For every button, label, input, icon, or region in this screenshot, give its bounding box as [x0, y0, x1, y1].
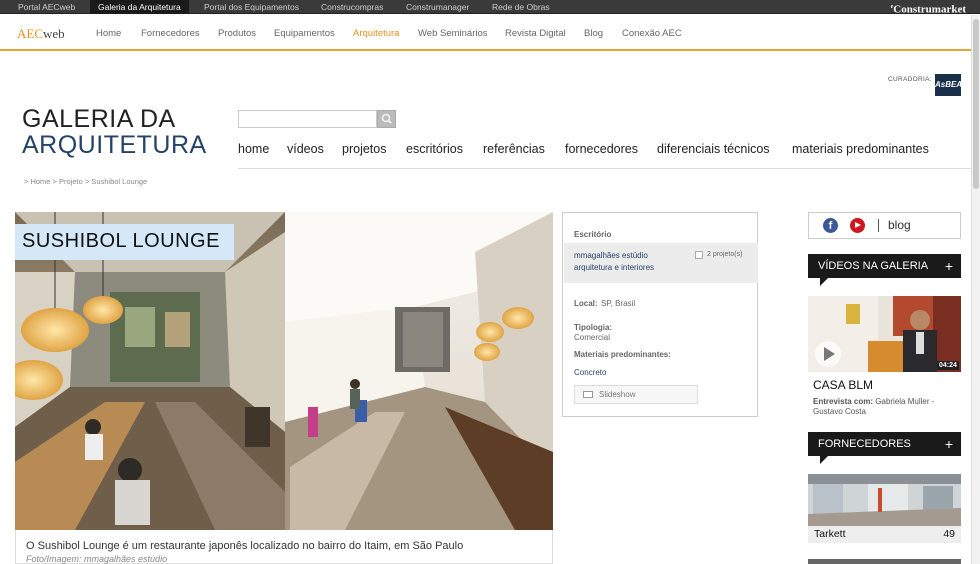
- nav-conexao-aec[interactable]: Conexão AEC: [622, 28, 682, 39]
- topbar-tab-equipamentos[interactable]: Portal dos Equipamentos: [196, 0, 307, 14]
- project-title: SUSHIBOL LOUNGE: [15, 224, 234, 260]
- mainnav-fornecedores[interactable]: fornecedores: [565, 142, 638, 156]
- materiais-label: Materiais predominantes:: [574, 350, 671, 359]
- local-value: SP, Brasil: [601, 299, 636, 308]
- mainnav-projetos[interactable]: projetos: [342, 142, 386, 156]
- supplier-name[interactable]: Tarkett: [814, 528, 846, 540]
- mainnav-escritorios[interactable]: escritórios: [406, 142, 463, 156]
- search-button[interactable]: [377, 110, 396, 128]
- slideshow-icon: [583, 391, 593, 398]
- aecweb-logo[interactable]: AECweb: [17, 26, 65, 42]
- mainnav-home[interactable]: home: [238, 142, 269, 156]
- photo-credit: Foto/Imagem: mmagalhães estúdio: [26, 554, 168, 564]
- site-title-line1[interactable]: GALERIA DA: [22, 105, 176, 133]
- nav-equipamentos[interactable]: Equipamentos: [274, 28, 335, 39]
- search-input[interactable]: [238, 110, 377, 128]
- video-subtitle: Entrevista com: Gabriela Muller - Gustav…: [813, 397, 935, 416]
- topbar-tab-rede-de-obras[interactable]: Rede de Obras: [484, 0, 558, 14]
- tipologia-value: Comercial: [574, 333, 611, 342]
- scrollbar-thumb[interactable]: [973, 19, 979, 189]
- mainnav-referencias[interactable]: referências: [483, 142, 545, 156]
- nav-home[interactable]: Home: [96, 28, 121, 39]
- social-box: f blog: [808, 212, 961, 239]
- local-label: Local:: [574, 299, 598, 308]
- facebook-icon[interactable]: f: [823, 218, 838, 233]
- asbea-logo[interactable]: AsBEA: [935, 74, 962, 96]
- videos-header-pointer: [820, 278, 828, 286]
- mainnav-diferenciais[interactable]: diferenciais técnicos: [657, 142, 770, 156]
- nav-blog[interactable]: Blog: [584, 28, 603, 39]
- fornecedores-expand-icon[interactable]: +: [945, 432, 953, 456]
- portal-topbar: Portal AECweb Galeria da Arquitetura Por…: [0, 0, 980, 16]
- topbar-tab-construmanager[interactable]: Construmanager: [398, 0, 477, 14]
- nav-arquitetura[interactable]: Arquitetura: [353, 28, 399, 39]
- fornecedores-header[interactable]: FORNECEDORES +: [808, 432, 961, 464]
- site-title-line2[interactable]: ARQUITETURA: [22, 131, 207, 159]
- supplier-thumbnail[interactable]: [808, 474, 961, 526]
- mainnav-materiais[interactable]: materiais predominantes: [792, 142, 929, 156]
- videos-expand-icon[interactable]: +: [945, 254, 953, 278]
- curadoria-label: CURADORIA:: [888, 76, 932, 83]
- supplier-row[interactable]: Tarkett 49: [808, 526, 961, 543]
- supplier-count: 49: [943, 528, 955, 540]
- topbar-tab-portal-aecweb[interactable]: Portal AECweb: [10, 0, 83, 14]
- fornecedores-header-pointer: [820, 456, 828, 464]
- project-info-panel: Escritório mmagalhães estúdio arquitetur…: [562, 212, 758, 417]
- topbar-tab-galeria[interactable]: Galeria da Arquitetura: [90, 0, 189, 14]
- slideshow-button[interactable]: Slideshow: [574, 385, 698, 404]
- blog-link[interactable]: blog: [888, 218, 911, 232]
- caption-text: O Sushibol Lounge é um restaurante japon…: [26, 540, 464, 552]
- page-scrollbar[interactable]: [971, 15, 980, 564]
- videos-header[interactable]: VÍDEOS NA GALERIA +: [808, 254, 961, 286]
- office-link-line1[interactable]: mmagalhães estúdio: [574, 251, 648, 260]
- mainnav-videos[interactable]: vídeos: [287, 142, 324, 156]
- video-title[interactable]: CASA BLM: [813, 378, 873, 392]
- aecweb-nav: AECweb Home Fornecedores Produtos Equipa…: [0, 15, 980, 51]
- nav-web-seminarios[interactable]: Web Seminários: [418, 28, 488, 39]
- topbar-tab-construcompras[interactable]: Construcompras: [313, 0, 391, 14]
- nav-revista-digital[interactable]: Revista Digital: [505, 28, 566, 39]
- office-link-line2[interactable]: arquitetura e interiores: [574, 263, 654, 272]
- videos-header-label: VÍDEOS NA GALERIA: [818, 260, 929, 272]
- office-label: Escritório: [574, 230, 612, 239]
- slideshow-label: Slideshow: [599, 390, 636, 399]
- materiais-value[interactable]: Concreto: [574, 368, 606, 377]
- header-divider: [238, 168, 971, 169]
- projects-count[interactable]: 2 projeto(s): [707, 251, 742, 258]
- social-divider: [878, 219, 879, 232]
- nav-fornecedores[interactable]: Fornecedores: [141, 28, 200, 39]
- breadcrumb: > Home > Projeto > Sushibol Lounge: [24, 177, 148, 186]
- fornecedores-header-label: FORNECEDORES: [818, 438, 911, 450]
- video-duration: 04:24: [937, 361, 959, 370]
- photo-caption: O Sushibol Lounge é um restaurante japon…: [15, 530, 553, 564]
- tipologia-label: Tipologia:: [574, 323, 613, 332]
- next-supplier-thumbnail[interactable]: [808, 559, 961, 564]
- youtube-icon[interactable]: [850, 218, 865, 233]
- projects-icon: [695, 251, 703, 259]
- nav-produtos[interactable]: Produtos: [218, 28, 256, 39]
- search-icon: [381, 113, 392, 124]
- supplier-thumbnail-image: [808, 474, 961, 526]
